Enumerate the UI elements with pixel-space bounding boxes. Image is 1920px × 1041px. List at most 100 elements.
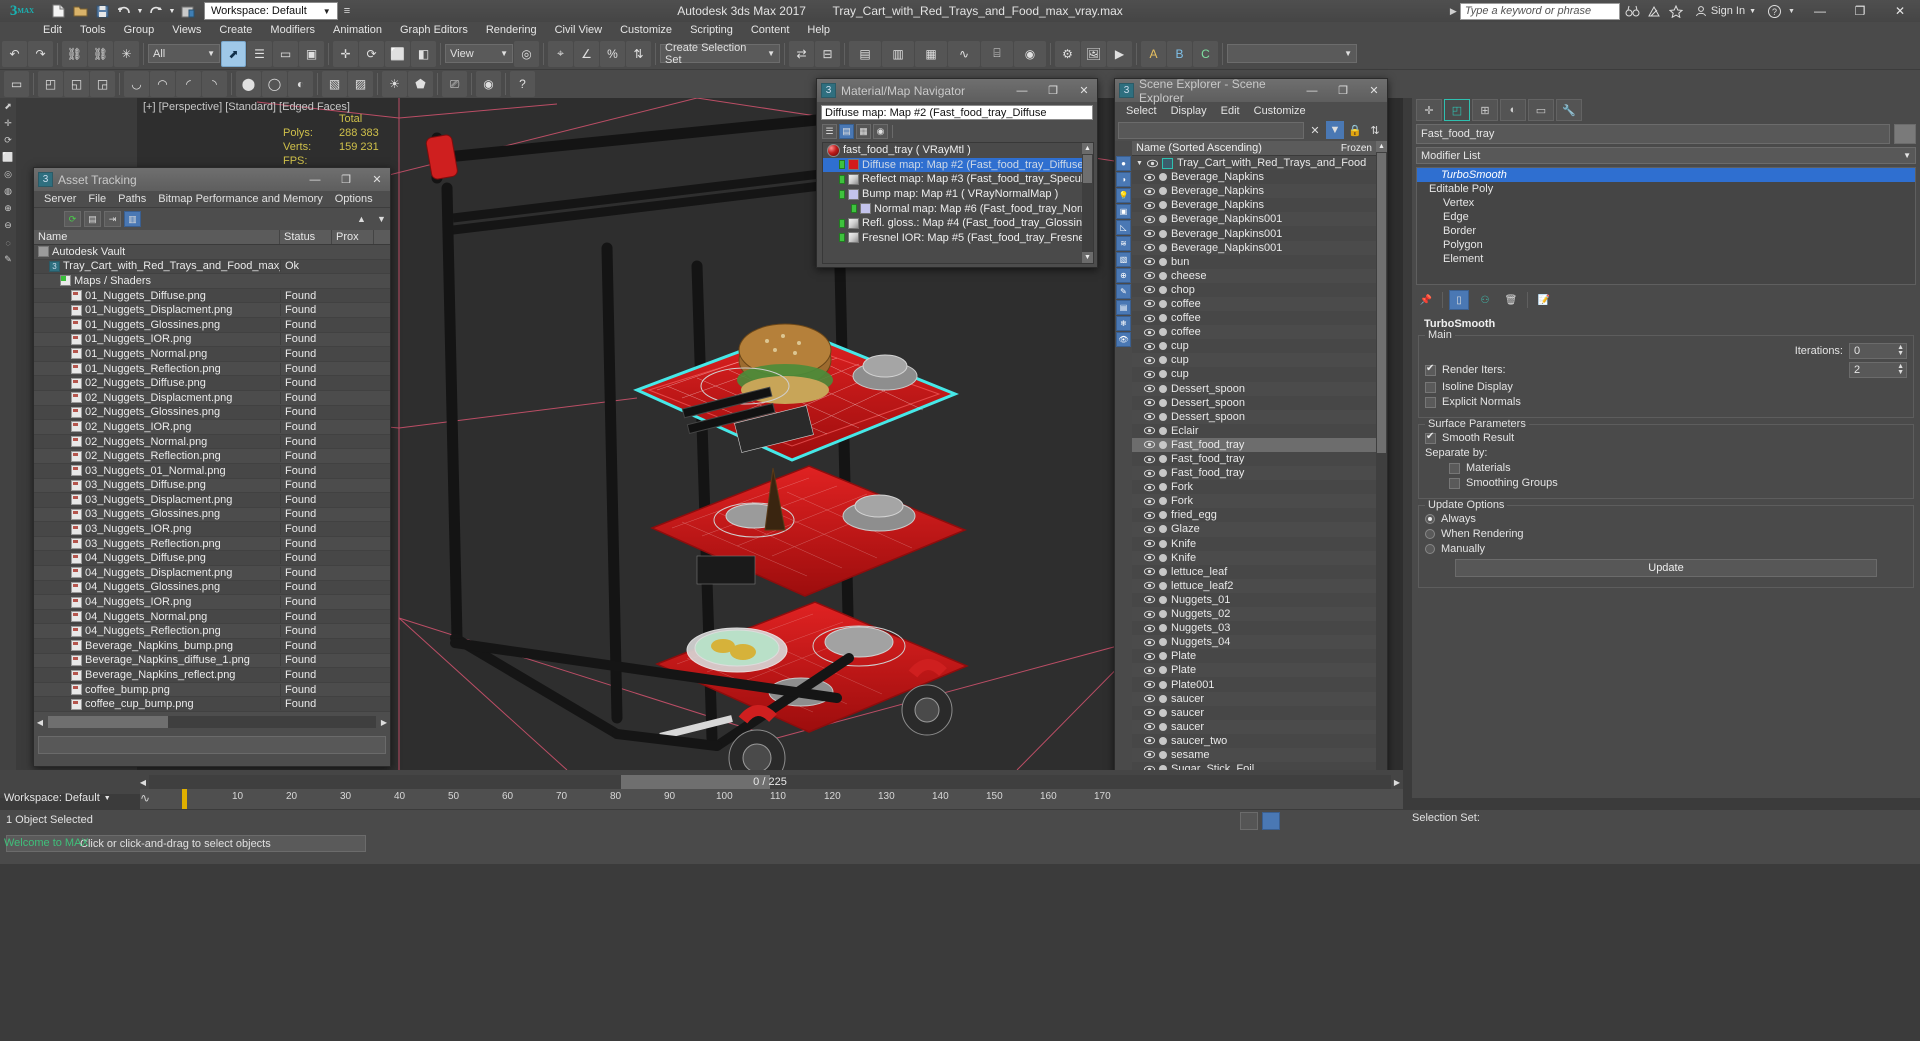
scene-explorer-row[interactable]: Plate bbox=[1132, 663, 1376, 678]
scene-explorer-row[interactable]: Fork bbox=[1132, 494, 1376, 509]
menu-item-content[interactable]: Content bbox=[742, 22, 799, 38]
communication-center-icon[interactable] bbox=[1645, 2, 1664, 21]
scene-explorer-row[interactable]: Nuggets_01 bbox=[1132, 592, 1376, 607]
modifier-stack-entry[interactable]: Vertex bbox=[1417, 196, 1915, 210]
search-expand-icon[interactable]: ▶ bbox=[1450, 6, 1457, 17]
tab-create[interactable]: ✛ bbox=[1416, 99, 1442, 121]
matnav-scroll-up-icon[interactable]: ▲ bbox=[1082, 143, 1093, 154]
workspace-status-chevron-icon[interactable]: ▼ bbox=[104, 795, 111, 802]
modifier-stack-entry[interactable]: Edge bbox=[1417, 210, 1915, 224]
menu-item-create[interactable]: Create bbox=[210, 22, 261, 38]
asset-tracking-window[interactable]: 3 Asset Tracking — ❐ ✕ Server File Paths… bbox=[33, 167, 391, 767]
asset-menu-file[interactable]: File bbox=[82, 193, 112, 205]
asset-scroll-right-icon[interactable]: ▶ bbox=[378, 718, 390, 727]
asset-menu-bitmap[interactable]: Bitmap Performance and Memory bbox=[152, 193, 328, 205]
asset-scroll-left-icon[interactable]: ◀ bbox=[34, 718, 46, 727]
expand-chevron-icon[interactable]: ▼ bbox=[1136, 160, 1143, 167]
render-production-button[interactable]: ▶ bbox=[1107, 40, 1132, 67]
asset-table-row[interactable]: 01_Nuggets_Displacment.png Found bbox=[34, 303, 390, 318]
asset-sort-asc-icon[interactable]: ▲ bbox=[353, 211, 370, 227]
rendered-frame-window-button[interactable]: 🖼 bbox=[1081, 40, 1106, 67]
asset-table-row[interactable]: Beverage_Napkins_reflect.png Found bbox=[34, 668, 390, 683]
smooth-result-checkbox[interactable] bbox=[1425, 431, 1436, 444]
asset-table-row[interactable]: 02_Nuggets_Diffuse.png Found bbox=[34, 376, 390, 391]
matnav-close-button[interactable]: ✕ bbox=[1071, 80, 1097, 102]
menu-item-customize[interactable]: Customize bbox=[611, 22, 681, 38]
select-by-name-button[interactable]: ☰ bbox=[247, 40, 272, 67]
help-dropdown-icon[interactable]: ▼ bbox=[1787, 2, 1796, 21]
material-map-navigator-window[interactable]: 3 Material/Map Navigator — ❐ ✕ Diffuse m… bbox=[816, 78, 1098, 268]
asset-table-row[interactable]: 01_Nuggets_Diffuse.png Found bbox=[34, 288, 390, 304]
modifier-stack-entry[interactable]: Element bbox=[1417, 252, 1915, 266]
search-binoculars-icon[interactable] bbox=[1623, 2, 1642, 21]
left-tool-move-icon[interactable]: ✛ bbox=[0, 115, 16, 132]
select-and-manipulate-icon[interactable] bbox=[1262, 812, 1280, 830]
scene-explorer-row[interactable]: Knife bbox=[1132, 550, 1376, 565]
scene-explorer-row[interactable]: cheese bbox=[1132, 268, 1376, 283]
rollout-title[interactable]: TurboSmooth bbox=[1416, 315, 1916, 333]
sx-menu-display[interactable]: Display bbox=[1164, 105, 1214, 117]
scene-explorer-row[interactable]: Eclair bbox=[1132, 423, 1376, 438]
reference-coordinate-chevron-icon[interactable]: ▼ bbox=[500, 49, 508, 58]
percent-snap-button[interactable]: % bbox=[600, 40, 625, 67]
matnav-tree[interactable]: fast_food_tray ( VRayMtl ) Diffuse map: M… bbox=[822, 142, 1094, 264]
asset-col-prox[interactable]: Prox bbox=[332, 230, 374, 244]
sx-filter-icon[interactable]: ▼ bbox=[1326, 121, 1344, 139]
asset-table-row[interactable]: coffee_cup_bump.png Found bbox=[34, 697, 390, 712]
modifier-stack-entry[interactable]: Editable Poly bbox=[1417, 182, 1915, 196]
vray-light-button[interactable]: ☀ bbox=[382, 71, 407, 97]
configure-modifier-sets-icon[interactable]: 📝 bbox=[1534, 290, 1554, 310]
matnav-tree-row[interactable]: Diffuse map: Map #2 (Fast_food_tray_Diff… bbox=[823, 157, 1082, 173]
menu-item-tools[interactable]: Tools bbox=[71, 22, 115, 38]
render-setup-button[interactable]: ⚙ bbox=[1055, 40, 1080, 67]
scene-explorer-row[interactable]: cup bbox=[1132, 353, 1376, 368]
align-button[interactable]: ⊟ bbox=[815, 40, 840, 67]
minimize-button[interactable]: — bbox=[1800, 0, 1840, 22]
mirror-button[interactable]: ⇄ bbox=[789, 40, 814, 67]
scene-explorer-row[interactable]: Plate bbox=[1132, 649, 1376, 664]
key-filters-icon[interactable] bbox=[1240, 812, 1258, 830]
matnav-tree-row[interactable]: Normal map: Map #6 (Fast_food_tray_Norma… bbox=[823, 201, 1082, 216]
scene-explorer-row[interactable]: cup bbox=[1132, 367, 1376, 382]
scene-explorer-row[interactable]: Beverage_Napkins001 bbox=[1132, 240, 1376, 255]
tab-utilities[interactable]: 🔧 bbox=[1556, 99, 1582, 121]
left-tool-select-icon[interactable]: ⬈ bbox=[0, 98, 16, 115]
scene-explorer-row[interactable]: Fork bbox=[1132, 480, 1376, 495]
select-move-button[interactable]: ✛ bbox=[333, 40, 358, 67]
asset-table-row[interactable]: coffee_bump.png Found bbox=[34, 682, 390, 698]
redo-dropdown-icon[interactable]: ▼ bbox=[168, 2, 176, 20]
scene-explorer-row[interactable]: Fast_food_tray bbox=[1132, 466, 1376, 481]
undo-dropdown-icon[interactable]: ▼ bbox=[136, 2, 144, 20]
iterations-spinner[interactable]: 0 ▲ ▼ bbox=[1849, 343, 1907, 359]
scene-explorer-root-row[interactable]: ▼ Tray_Cart_with_Red_Trays_and_Food bbox=[1132, 156, 1376, 171]
asset-close-button[interactable]: ✕ bbox=[364, 169, 390, 191]
matnav-tree-row[interactable]: Refl. gloss.: Map #4 (Fast_food_tray_Glo… bbox=[823, 216, 1082, 231]
object-color-swatch[interactable] bbox=[1894, 124, 1916, 144]
asset-path-input[interactable] bbox=[38, 736, 386, 754]
poly-tool-c-button[interactable]: ◲ bbox=[90, 71, 115, 97]
curve-tool-d-button[interactable]: ◝ bbox=[202, 71, 227, 97]
asset-table-row[interactable]: 03_Nuggets_01_Normal.png Found bbox=[34, 463, 390, 479]
asset-list-view-icon[interactable]: ▤ bbox=[84, 211, 101, 227]
workspace-selector[interactable]: Workspace: Default ▼ bbox=[204, 2, 338, 20]
curve-tool-c-button[interactable]: ◜ bbox=[176, 71, 201, 97]
search-input[interactable]: Type a keyword or phrase bbox=[1459, 2, 1620, 20]
asset-table-row[interactable]: 04_Nuggets_Diffuse.png Found bbox=[34, 551, 390, 567]
curve-tool-b-button[interactable]: ◠ bbox=[150, 71, 175, 97]
menu-item-modifiers[interactable]: Modifiers bbox=[261, 22, 324, 38]
poly-tool-a-button[interactable]: ◰ bbox=[38, 71, 63, 97]
asset-refresh-icon[interactable]: ⟳ bbox=[64, 211, 81, 227]
spinner-snap-button[interactable]: ⇅ bbox=[626, 40, 651, 67]
asset-table-row[interactable]: Beverage_Napkins_diffuse_1.png Found bbox=[34, 653, 390, 669]
sign-in-button[interactable]: Sign In ▼ bbox=[1695, 5, 1756, 17]
left-tool-grow-icon[interactable]: ⊕ bbox=[0, 200, 16, 217]
time-slider-handle[interactable] bbox=[182, 789, 187, 809]
tab-motion[interactable]: ◐ bbox=[1500, 99, 1526, 121]
sx-filter-bones-icon[interactable]: ✎ bbox=[1116, 284, 1131, 299]
asset-table-row[interactable]: 01_Nuggets_Reflection.png Found bbox=[34, 361, 390, 377]
matnav-small-icons-icon[interactable]: ▦ bbox=[856, 123, 871, 139]
scene-explorer-titlebar[interactable]: 3 Scene Explorer - Scene Explorer — ❐ ✕ bbox=[1115, 77, 1387, 105]
matnav-list-view-icon[interactable]: ☰ bbox=[822, 123, 837, 139]
asset-table-row[interactable]: 04_Nuggets_IOR.png Found bbox=[34, 595, 390, 610]
snapshot-button[interactable]: ⎚ bbox=[442, 71, 467, 97]
